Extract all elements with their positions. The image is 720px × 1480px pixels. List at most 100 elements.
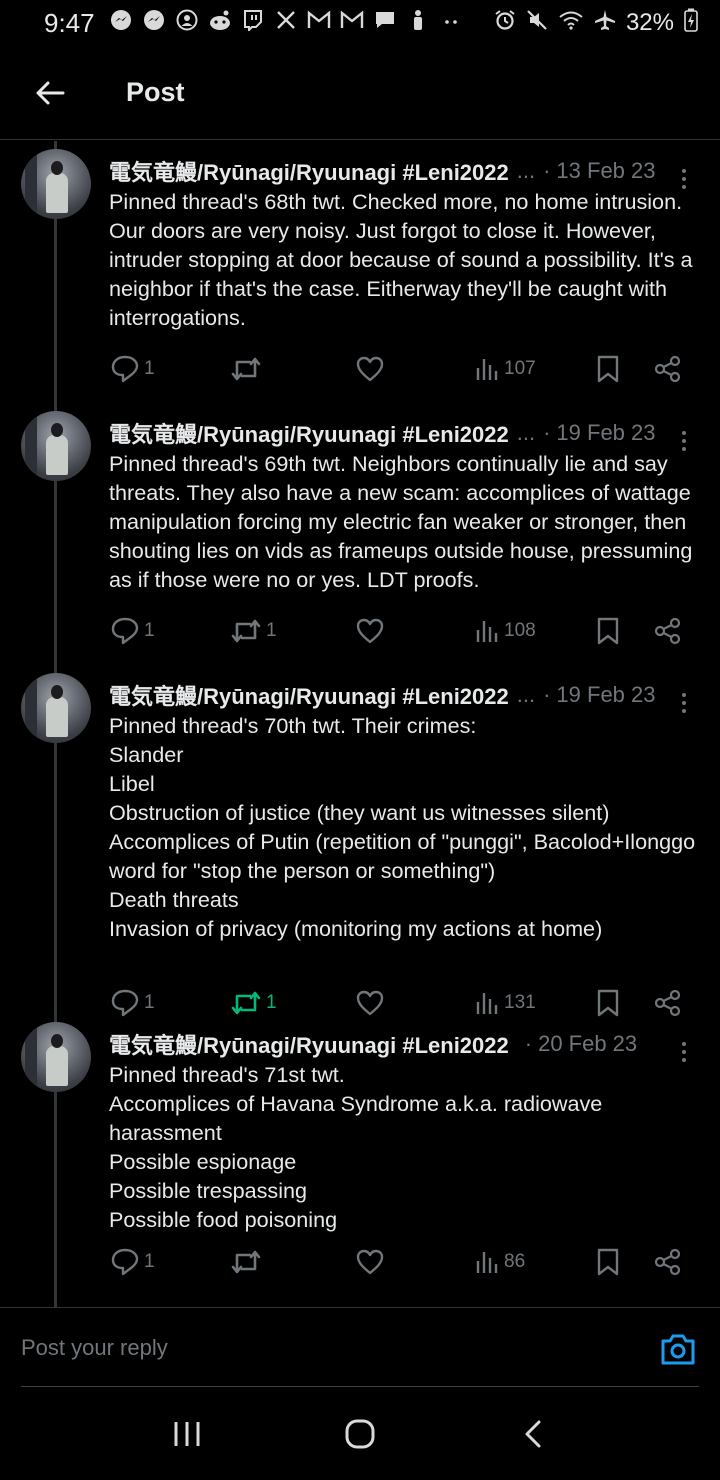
share-icon [654,617,682,645]
heart-icon [355,1248,385,1276]
avatar-fig-body [46,697,68,737]
more-dot [682,1050,686,1054]
views-button[interactable]: 107 [474,349,536,389]
home-button[interactable] [330,1404,390,1464]
more-dots-icon [439,9,463,37]
reply-icon [110,617,140,645]
avatar[interactable] [21,149,91,219]
retweet-button[interactable] [230,1242,266,1282]
share-button[interactable] [654,611,682,651]
camera-icon [661,1334,695,1365]
tweet[interactable]: 電気竜鰻/Ryūnagi/Ryuunagi #Leni2022... · 13 Fe… [0,149,720,397]
more-dot [682,169,686,173]
share-button[interactable] [654,1242,682,1282]
arrow-left-icon [36,81,65,104]
reddit-icon [208,9,232,37]
like-button[interactable] [355,611,385,651]
like-button[interactable] [355,1242,385,1282]
author-name[interactable]: 電気竜鰻/Ryūnagi/Ryuunagi #Leni2022 [109,1028,509,1060]
status-right: 32% [494,8,698,38]
reply-input[interactable] [21,1330,621,1366]
views-button[interactable]: 108 [474,611,536,651]
recent-apps-icon [174,1422,200,1446]
retweet-count: 1 [266,620,277,641]
views-button[interactable]: 131 [474,983,536,1023]
more-dot [682,1042,686,1046]
tweet[interactable]: 電気竜鰻/Ryūnagi/Ryuunagi #Leni2022... · 19 Fe… [0,673,720,1031]
avatar-fig-door [25,1028,37,1088]
reply-icon [110,1248,140,1276]
person-icon [406,9,430,37]
separator-dot: · [543,682,551,707]
reply-button[interactable]: 1 [110,611,155,651]
reply-icon [110,989,140,1017]
tweet-date[interactable]: 13 Feb 23 [556,158,655,184]
like-button[interactable] [355,349,385,389]
avatar-fig-door [25,679,37,739]
retweet-button[interactable]: 1 [230,983,277,1023]
bookmark-button[interactable] [596,349,620,389]
retweet-button[interactable]: 1 [230,611,277,651]
retweet-icon [230,1249,262,1275]
status-time: 9:47 [44,7,95,38]
more-dot [682,177,686,181]
tweet-header: 電気竜鰻/Ryūnagi/Ryuunagi #Leni2022... · 13 Fe… [109,157,700,185]
separator-dot: · [543,420,551,445]
avatar-fig-body [46,1046,68,1086]
reply-button[interactable]: 1 [110,1242,155,1282]
avatar-fig-head [51,423,63,437]
tweet[interactable]: 電気竜鰻/Ryūnagi/Ryuunagi #Leni2022 · 20 Feb 2… [0,1022,720,1290]
tweet-date[interactable]: 19 Feb 23 [556,682,655,708]
reply-count: 1 [144,620,155,641]
share-button[interactable] [654,349,682,389]
avatar[interactable] [21,411,91,481]
camera-button[interactable] [660,1332,696,1366]
page-title: Post [126,77,185,107]
tweet-actions: 1 1 108 [0,611,720,651]
retweet-button[interactable] [230,349,266,389]
analytics-icon [474,618,500,644]
airplane-mode-icon [594,9,616,37]
tweet[interactable]: 電気竜鰻/Ryūnagi/Ryuunagi #Leni2022... · 19 Fe… [0,411,720,659]
share-button[interactable] [654,983,682,1023]
alarm-icon [494,9,516,37]
battery-level: 32% [625,9,674,36]
reply-divider [21,1386,699,1387]
battery-charging-icon [684,8,698,38]
tweet-text: Pinned thread's 70th twt. Their crimes: … [109,713,696,941]
views-count: 131 [504,992,536,1013]
views-button[interactable]: 86 [474,1242,525,1282]
back-button[interactable] [20,63,80,123]
avatar-fig-door [25,155,37,215]
tweet-text: Pinned thread's 69th twt. Neighbors cont… [109,451,693,592]
author-name[interactable]: 電気竜鰻/Ryūnagi/Ryuunagi #Leni2022 [109,417,509,449]
retweet-icon [230,618,262,644]
avatar[interactable] [21,673,91,743]
avatar-fig-head [51,1034,63,1048]
tweet-actions: 1 86 [0,1242,720,1282]
like-button[interactable] [355,983,385,1023]
avatar-fig-body [46,435,68,475]
mute-icon [526,9,548,37]
reply-button[interactable]: 1 [110,983,155,1023]
bookmark-icon [596,355,620,383]
tweet-date[interactable]: 20 Feb 23 [538,1031,637,1057]
recent-apps-button[interactable] [157,1404,217,1464]
x-icon [274,9,298,37]
bookmark-button[interactable] [596,611,620,651]
bookmark-button[interactable] [596,1242,620,1282]
wifi-icon [558,9,584,37]
tweet-date[interactable]: 19 Feb 23 [556,420,655,446]
more-dot [682,701,686,705]
reply-button[interactable]: 1 [110,349,155,389]
chevron-left-icon [525,1420,541,1448]
reply-bar [0,1307,720,1387]
avatar[interactable] [21,1022,91,1092]
heart-icon [355,617,385,645]
thread[interactable]: 電気竜鰻/Ryūnagi/Ryuunagi #Leni2022... · 13 Fe… [0,141,720,1307]
author-name[interactable]: 電気竜鰻/Ryūnagi/Ryuunagi #Leni2022 [109,155,509,187]
retweet-icon [230,990,262,1016]
bookmark-button[interactable] [596,983,620,1023]
system-back-button[interactable] [503,1404,563,1464]
author-name[interactable]: 電気竜鰻/Ryūnagi/Ryuunagi #Leni2022 [109,679,509,711]
